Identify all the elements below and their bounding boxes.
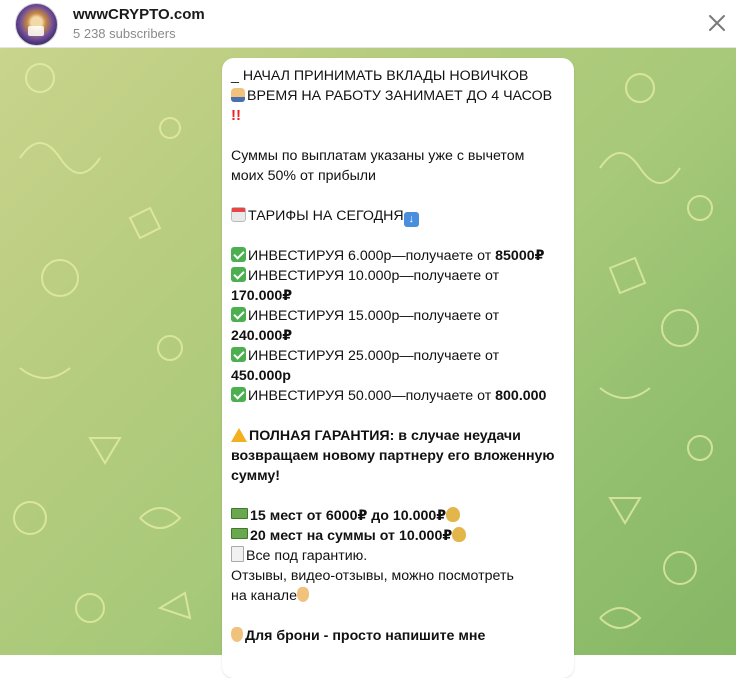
message-line: на канале [231,586,571,606]
money-bag-icon [446,507,461,522]
message-text-run: на канале [231,588,297,604]
double-exclamation-icon: !! [231,107,241,124]
check-mark-icon [231,247,246,262]
message-line: ТАРИФЫ НА СЕГОДНЯ ↓ [231,206,571,227]
message-line: Суммы по выплатам указаны уже с вычетом [231,146,571,166]
message-text: _ НАЧАЛ ПРИНИМАТЬ ВКЛАДЫ НОВИЧКОВ ВРЕМЯ Н… [231,66,571,646]
check-mark-icon [231,267,246,282]
message-text-run: 20 мест на суммы от 10.000₽ [250,528,453,544]
message-text-run: ВРЕМЯ НА РАБОТУ ЗАНИМАЕТ ДО 4 ЧАСОВ [247,88,553,104]
document-icon [231,546,244,562]
message-text-run: моих 50% от прибыли [231,168,376,184]
subscriber-count: 5 238 subscribers [73,26,176,41]
message-text-run: ТАРИФЫ НА СЕГОДНЯ [248,208,404,224]
message-text-run: Для брони - просто напишите мне [245,628,486,644]
message-text-run: Отзывы, видео-отзывы, можно посмотреть [231,568,514,584]
message-text-run: ИНВЕСТИРУЯ 6.000р—получаете от [248,248,496,264]
message-text-run: ИНВЕСТИРУЯ 25.000р—получаете от [248,348,500,364]
calendar-icon [231,207,246,222]
check-mark-icon [231,387,246,402]
message-text-run: 15 мест от 6000₽ до 10.000₽ [250,508,447,524]
message-text-run: возвращаем новому партнеру его вложенную [231,448,555,464]
pointing-hand-icon [231,627,243,642]
message-line: ИНВЕСТИРУЯ 6.000р—получаете от 85000₽ [231,246,571,266]
message-line: 170.000₽ [231,286,571,306]
message-line: Отзывы, видео-отзывы, можно посмотреть [231,566,571,586]
message-line: 20 мест на суммы от 10.000₽ [231,526,571,546]
message-line: ИНВЕСТИРУЯ 10.000р—получаете от [231,266,571,286]
money-bag-icon [452,527,467,542]
message-line: Все под гарантию. [231,546,571,566]
message-text-run: ИНВЕСТИРУЯ 15.000р—получаете от [248,308,500,324]
message-text-run: Все под гарантию. [246,548,368,564]
message-line: сумму! [231,466,571,486]
message-text-run: _ НАЧАЛ ПРИНИМАТЬ ВКЛАДЫ НОВИЧКОВ [231,68,529,84]
message-line: Для брони - просто напишите мне [231,626,571,646]
message-line: ПОЛНАЯ ГАРАНТИЯ: в случае неудачи [231,426,571,446]
channel-avatar[interactable] [15,3,58,46]
message-line: 240.000₽ [231,326,571,346]
banknote-icon [231,528,248,539]
channel-header: wwwCRYPTO.com 5 238 subscribers [0,0,736,48]
message-line: 15 мест от 6000₽ до 10.000₽ [231,506,571,526]
down-arrow-icon: ↓ [403,212,419,227]
message-line: 450.000р [231,366,571,386]
check-mark-icon [231,307,246,322]
banknote-icon [231,508,248,519]
message-line: возвращаем новому партнеру его вложенную [231,446,571,466]
message-text-run: ПОЛНАЯ ГАРАНТИЯ: в случае неудачи [249,428,521,444]
message-line: !! [231,106,571,126]
message-text-run: 85000₽ [495,248,545,264]
worker-icon [231,88,245,102]
message-text-run: Суммы по выплатам указаны уже с вычетом [231,148,525,164]
warning-icon [231,428,247,442]
message-text-run: 800.000 [495,388,547,404]
check-mark-icon [231,347,246,362]
channel-title[interactable]: wwwCRYPTO.com [73,6,205,23]
message-line: ИНВЕСТИРУЯ 25.000р—получаете от [231,346,571,366]
message-line: ИНВЕСТИРУЯ 50.000—получаете от 800.000 [231,386,571,406]
message-bubble[interactable]: _ НАЧАЛ ПРИНИМАТЬ ВКЛАДЫ НОВИЧКОВ ВРЕМЯ Н… [222,58,574,678]
message-text-run: 240.000₽ [231,328,293,344]
message-text-run: 450.000р [231,368,291,384]
message-line: ВРЕМЯ НА РАБОТУ ЗАНИМАЕТ ДО 4 ЧАСОВ [231,86,571,106]
close-icon[interactable] [706,12,728,34]
pointing-hand-icon [296,587,309,602]
message-text-run: ИНВЕСТИРУЯ 10.000р—получаете от [248,268,500,284]
message-text-run: сумму! [231,468,281,484]
message-line: ИНВЕСТИРУЯ 15.000р—получаете от [231,306,571,326]
message-text-run: 170.000₽ [231,288,293,304]
message-line: _ НАЧАЛ ПРИНИМАТЬ ВКЛАДЫ НОВИЧКОВ [231,66,571,86]
message-line: моих 50% от прибыли [231,166,571,186]
message-text-run: ИНВЕСТИРУЯ 50.000—получаете от [248,388,496,404]
